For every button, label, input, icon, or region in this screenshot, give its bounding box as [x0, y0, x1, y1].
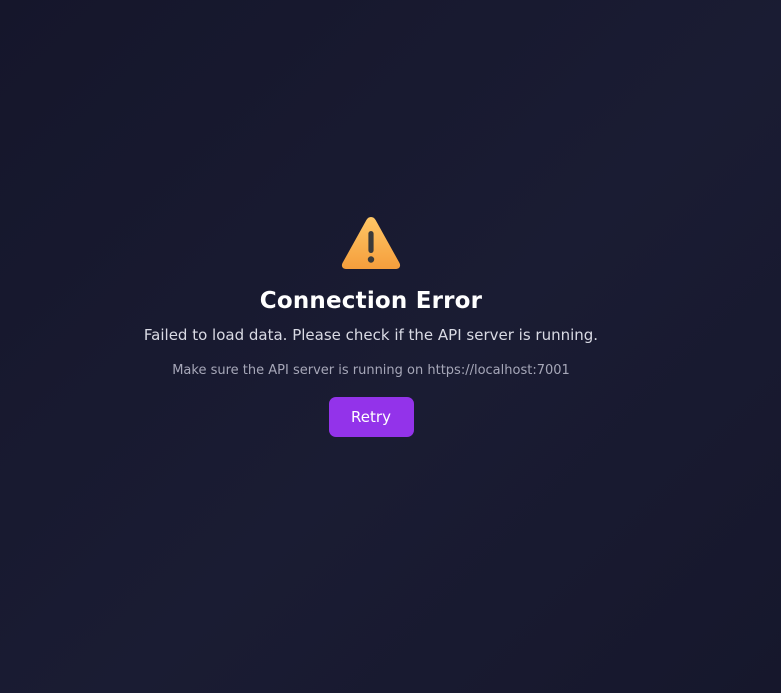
error-title: Connection Error [259, 288, 483, 314]
error-hint: Make sure the API server is running on h… [172, 363, 570, 378]
connection-error-panel: Connection Error Failed to load data. Pl… [0, 214, 742, 437]
retry-button[interactable]: Retry [328, 397, 414, 437]
warning-icon [341, 217, 401, 269]
error-message: Failed to load data. Please check if the… [143, 326, 599, 344]
